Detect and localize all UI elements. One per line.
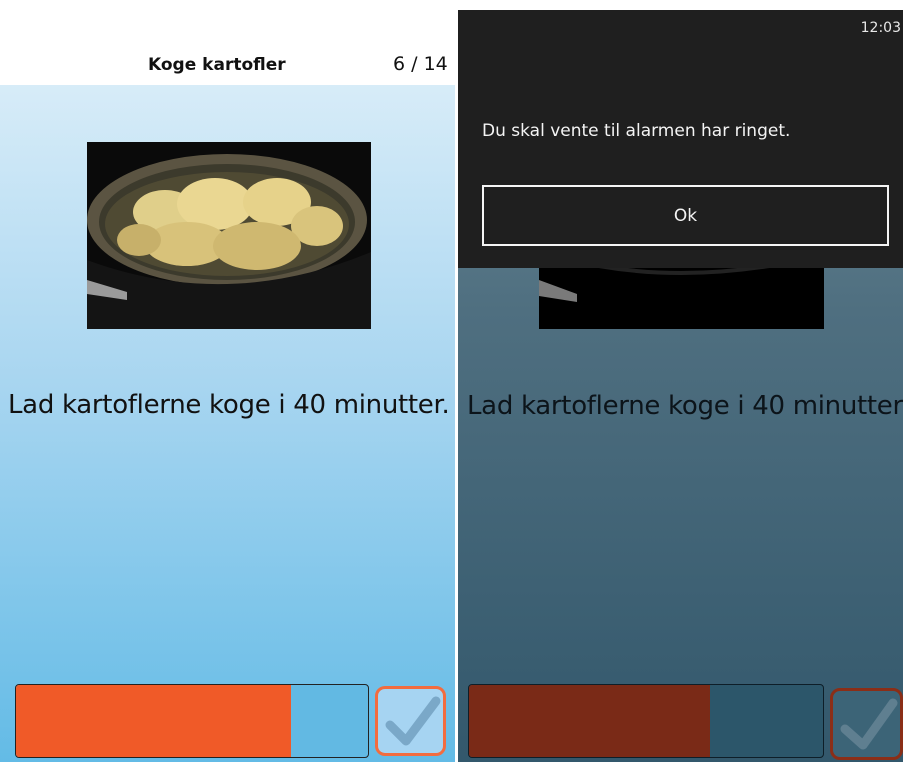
dialog-message: Du skal vente til alarmen har ringet. [482,121,791,141]
status-clock: 12:03 [860,20,901,36]
recipe-title: Koge kartofler [148,55,286,75]
checkmark-icon [385,696,441,746]
step-screen: Koge kartofler 6 / 14 Lad kartoflerne ko… [0,0,455,762]
done-button[interactable] [830,688,903,760]
timer-progress-bar [15,684,369,758]
step-instruction: Lad kartoflerne koge i 40 minutter. [8,390,450,420]
alarm-dialog: 12:03 Du skal vente til alarmen har ring… [458,10,903,268]
timer-progress-bar [468,684,824,758]
done-button[interactable] [375,686,446,756]
checkmark-icon [840,698,898,750]
ok-button[interactable]: Ok [482,185,889,246]
timer-progress-fill [16,685,291,757]
alarm-screen: Lad kartoflerne koge i 40 minutter. 12:0… [458,10,903,762]
step-counter: 6 / 14 [393,53,448,75]
header-bar: Koge kartofler 6 / 14 [0,45,455,85]
step-instruction: Lad kartoflerne koge i 40 minutter. [467,391,903,421]
timer-progress-fill [469,685,710,757]
step-photo [87,142,371,329]
